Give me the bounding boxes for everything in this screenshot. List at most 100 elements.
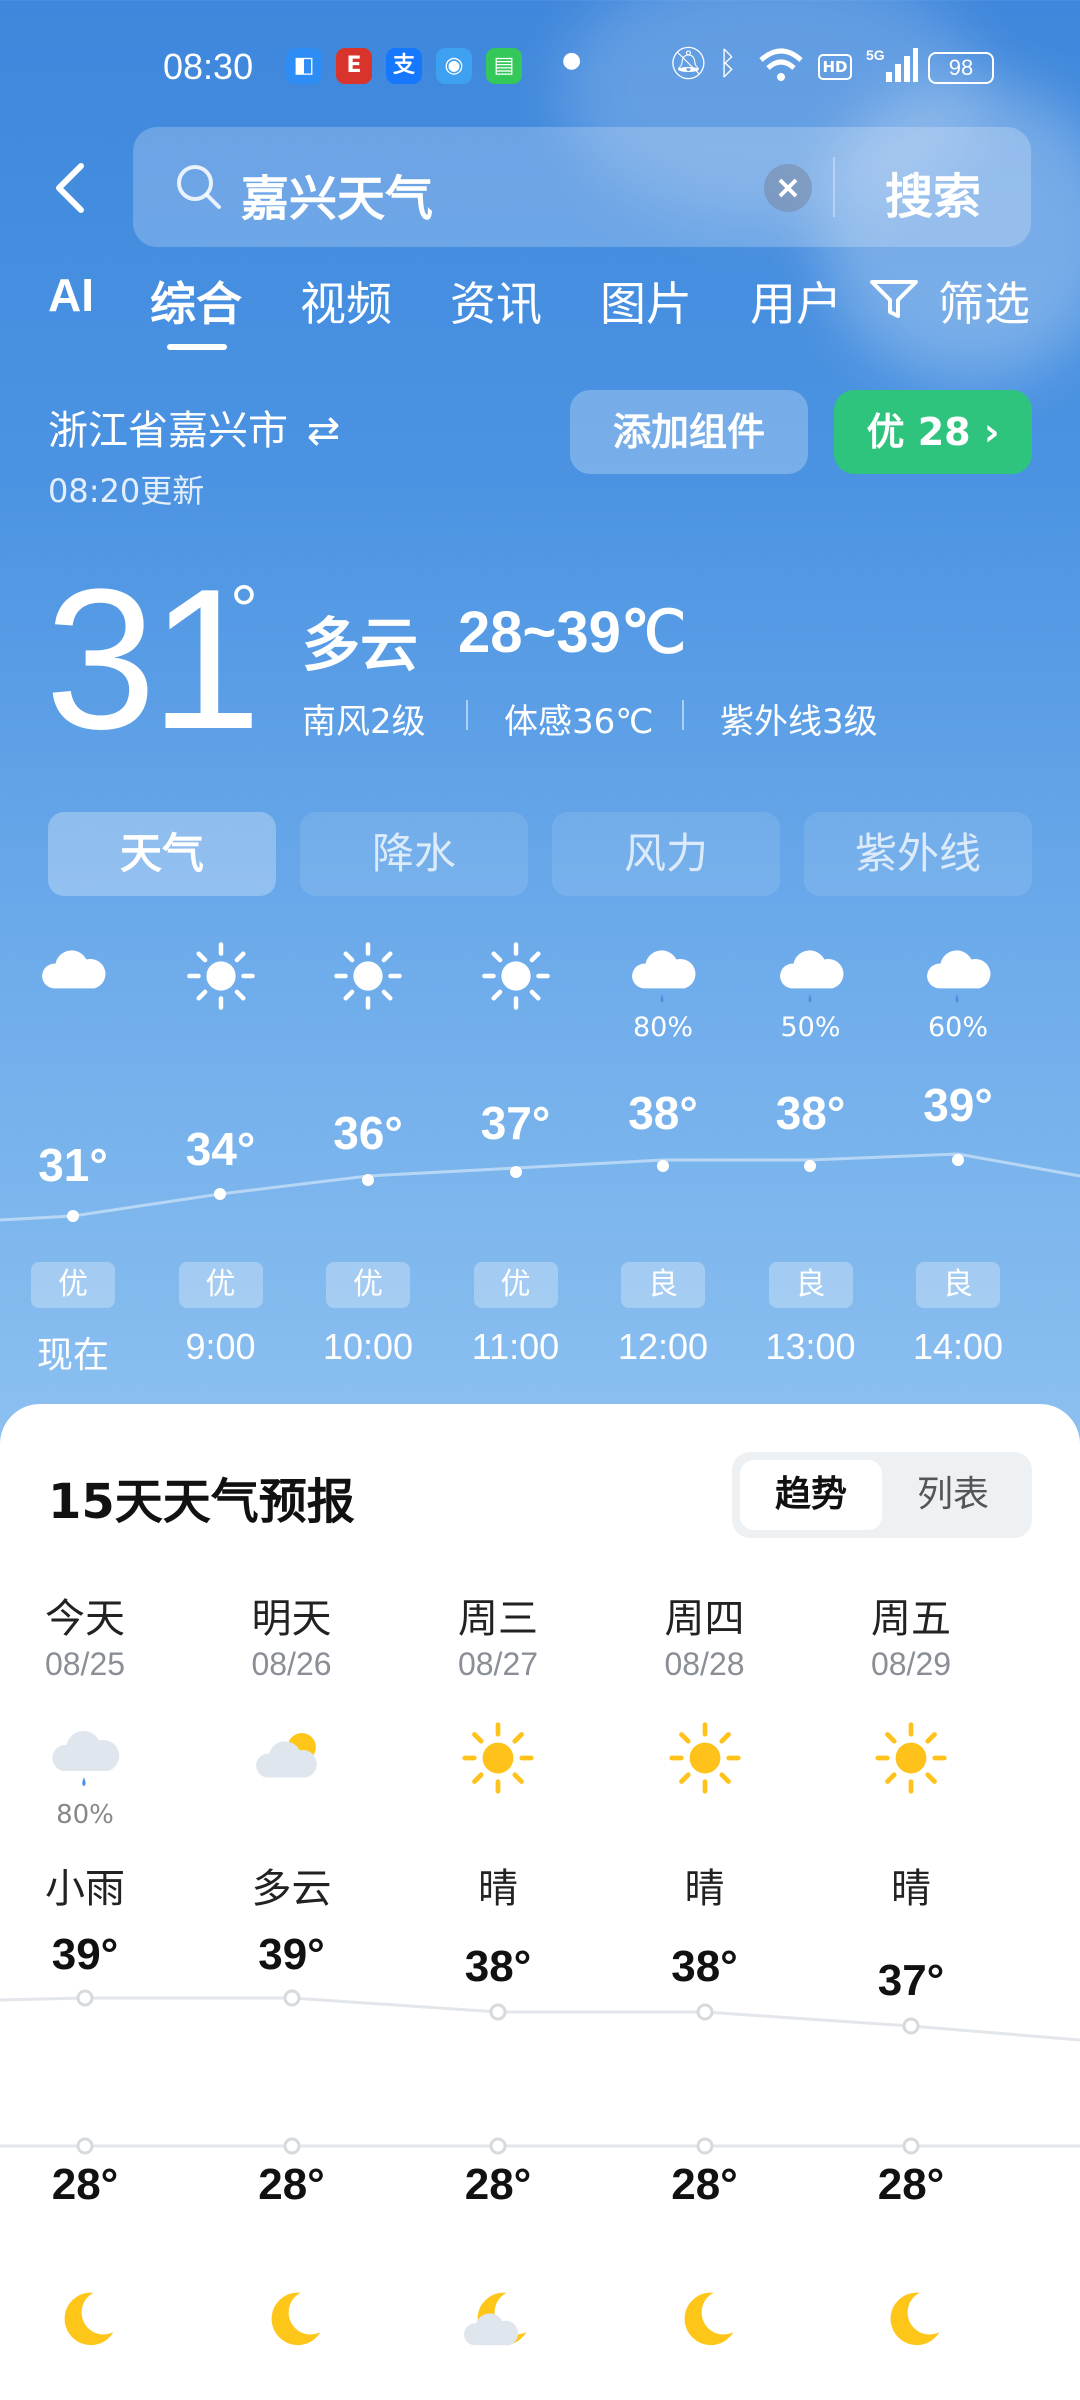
aqi-level-badge: 优 <box>326 1262 410 1308</box>
toggle-trend[interactable]: 趋势 <box>740 1460 882 1530</box>
hourly-time: 9:00 <box>185 1326 256 1367</box>
day-condition: 多云 <box>251 1866 332 1912</box>
sun-icon <box>620 1720 790 1800</box>
view-toggle[interactable]: 趋势 列表 <box>732 1452 1032 1538</box>
signal-5g-icon: 5G <box>866 47 918 82</box>
precip-probability: 80% <box>56 1800 114 1830</box>
location[interactable]: 浙江省嘉兴市 ⇄ <box>48 398 340 456</box>
current-temperature: 31 <box>45 548 261 771</box>
aqi-level-badge: 良 <box>621 1262 705 1308</box>
hourly-time: 14:00 <box>912 1326 1004 1367</box>
day-name: 今天 <box>45 1596 125 1642</box>
tab-ai[interactable]: AI <box>48 268 94 322</box>
chevron-right-icon: › <box>983 410 1000 454</box>
day-date: 08/29 <box>870 1646 952 1682</box>
status-time: 08:30 <box>163 46 254 87</box>
tab-users[interactable]: 用户 <box>750 268 842 334</box>
forecast-title: 15天天气预报 <box>48 1474 355 1530</box>
sun-icon <box>146 940 296 1016</box>
segment-uv[interactable]: 紫外线 <box>804 812 1032 896</box>
day-name: 周四 <box>664 1596 745 1642</box>
current-condition: 多云 <box>302 611 419 679</box>
search-icon <box>177 165 221 209</box>
hourly-time: 10:00 <box>322 1326 414 1367</box>
aqi-badge[interactable]: 优 28 › <box>834 390 1032 474</box>
high-temp: 39° <box>51 1930 119 1979</box>
bluetooth-icon: ᛒ <box>718 44 738 82</box>
partly-cloudy-icon <box>207 1720 377 1800</box>
high-temp: 37° <box>877 1956 945 2005</box>
search-bar[interactable]: 嘉兴天气 搜索 <box>133 127 1031 247</box>
back-arrow-icon[interactable] <box>45 158 105 218</box>
hourly-time: 现在 <box>36 1334 109 1375</box>
search-button[interactable]: 搜索 <box>885 157 981 227</box>
filter-label: 筛选 <box>938 277 1030 331</box>
day-date: 08/25 <box>44 1646 126 1682</box>
aqi-label: 优 28 <box>866 410 971 454</box>
moon-icon <box>0 2284 170 2358</box>
svg-text:5G: 5G <box>866 47 885 63</box>
segment-weather[interactable]: 天气 <box>48 812 276 896</box>
day-condition: 晴 <box>684 1866 725 1912</box>
rain-cloud-icon <box>588 940 738 1016</box>
divider <box>466 700 468 730</box>
tab-comprehensive[interactable]: 综合 <box>150 268 242 334</box>
aqi-level-badge: 良 <box>916 1262 1000 1308</box>
add-widget-button[interactable]: 添加组件 <box>570 390 808 474</box>
day-condition: 晴 <box>478 1866 518 1912</box>
hourly-temp: 38° <box>628 1087 698 1139</box>
low-temp: 28° <box>671 2160 738 2209</box>
tab-news[interactable]: 资讯 <box>450 268 542 334</box>
low-temp: 28° <box>877 2160 945 2209</box>
e-app-icon: E <box>336 48 372 84</box>
search-input[interactable]: 嘉兴天气 <box>241 159 433 229</box>
filter-icon <box>870 280 918 318</box>
switch-icon: ⇄ <box>306 408 341 454</box>
segment-wind[interactable]: 风力 <box>552 812 780 896</box>
hd-icon: HD <box>818 54 852 80</box>
moon-icon <box>620 2284 790 2358</box>
tab-images[interactable]: 图片 <box>600 268 692 334</box>
segment-precipitation[interactable]: 降水 <box>300 812 528 896</box>
sun-icon <box>441 940 591 1016</box>
aqi-level-badge: 优 <box>473 1262 558 1308</box>
day-date: 08/27 <box>457 1646 539 1682</box>
map-app-icon: ◉ <box>436 48 472 84</box>
mute-icon: 🔕︎ <box>668 44 709 82</box>
cloudy-moon-icon <box>413 2284 583 2358</box>
hourly-temp: 34° <box>185 1123 256 1175</box>
sun-icon <box>293 940 443 1016</box>
status-bar: 08:30 ◧ E 支 ◉ ▤ ● 🔕︎ ᛒ HD 5G 98 <box>0 0 1080 140</box>
sun-icon <box>413 1720 583 1800</box>
alipay-app-icon: 支 <box>386 48 422 84</box>
high-temp: 39° <box>258 1930 325 1979</box>
hourly-time: 11:00 <box>471 1326 560 1367</box>
tab-video[interactable]: 视频 <box>300 268 392 334</box>
wind-info: 南风2级 <box>302 702 426 742</box>
day-name: 周五 <box>871 1596 951 1642</box>
rain-cloud-icon <box>883 940 1033 1016</box>
day-date: 08/26 <box>251 1646 332 1682</box>
day-condition: 小雨 <box>45 1866 125 1912</box>
feels-like: 体感36℃ <box>504 702 654 742</box>
active-tab-indicator <box>167 344 227 350</box>
location-name: 浙江省嘉兴市 <box>48 408 288 454</box>
day-name: 周三 <box>458 1596 538 1642</box>
hourly-time: 12:00 <box>617 1326 709 1367</box>
toggle-list[interactable]: 列表 <box>882 1460 1024 1530</box>
clear-icon[interactable] <box>763 163 813 213</box>
precip-probability: 50% <box>780 1012 841 1043</box>
day-name: 明天 <box>251 1596 332 1642</box>
update-time: 08:20更新 <box>48 472 205 510</box>
moon-icon <box>207 2284 377 2358</box>
aqi-level-badge: 优 <box>178 1262 263 1308</box>
hourly-temp: 36° <box>333 1107 403 1159</box>
aqi-level-badge: 优 <box>31 1262 115 1308</box>
precip-probability: 80% <box>632 1012 693 1043</box>
divider <box>833 157 835 217</box>
battery-level: 98 <box>948 55 974 80</box>
degree-symbol: ° <box>230 571 258 649</box>
browser-app-icon: ◧ <box>286 48 322 84</box>
low-temp: 28° <box>464 2160 532 2209</box>
low-temp: 28° <box>51 2160 119 2209</box>
